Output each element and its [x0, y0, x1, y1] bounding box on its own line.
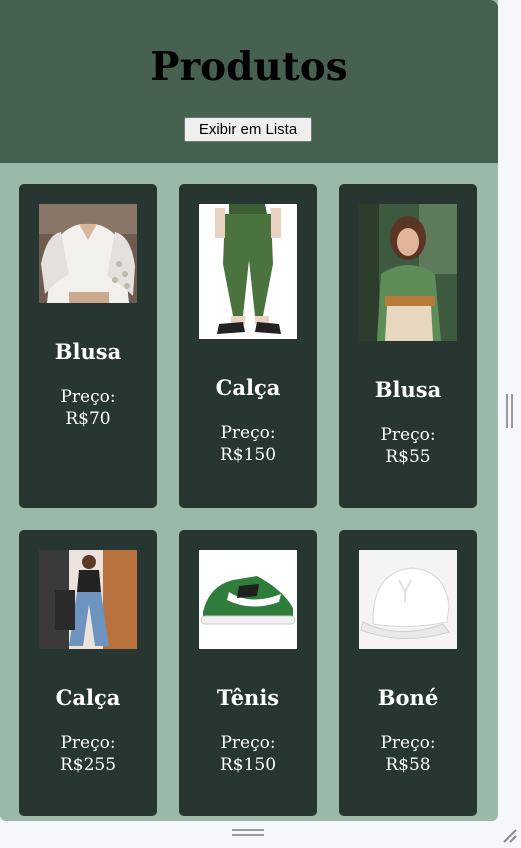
product-price-label: Preço: [60, 387, 116, 407]
product-image-green-sneaker [199, 550, 297, 649]
product-card[interactable]: Calça Preço: R$150 [179, 184, 317, 508]
product-price: R$255 [59, 755, 117, 775]
product-price: R$150 [219, 755, 277, 775]
product-card[interactable]: Blusa Preço: R$55 [339, 184, 477, 508]
toggle-list-view-button[interactable]: Exibir em Lista [184, 117, 312, 142]
resize-handle-icon[interactable] [500, 826, 518, 844]
product-card[interactable]: Tênis Preço: R$150 [179, 530, 317, 816]
page-header: Produtos Exibir em Lista [0, 0, 498, 163]
vertical-resize-grip[interactable] [506, 394, 514, 428]
product-card[interactable]: Boné Preço: R$58 [339, 530, 477, 816]
product-name: Tênis [216, 685, 280, 710]
product-image-green-pants [199, 204, 297, 339]
product-price: R$58 [385, 755, 431, 775]
page-container: Produtos Exibir em Lista Blusa Preço: R$… [0, 0, 498, 821]
product-image-white-cap [359, 550, 457, 649]
product-price-label: Preço: [380, 733, 436, 753]
horizontal-resize-grip[interactable] [232, 829, 264, 837]
product-name: Blusa [54, 339, 122, 364]
product-name: Blusa [374, 377, 442, 402]
product-name: Calça [55, 685, 121, 710]
product-price: R$70 [65, 409, 111, 429]
product-image-white-blouse [39, 204, 137, 303]
product-card[interactable]: Blusa Preço: R$70 [19, 184, 157, 508]
product-image-green-blouse [359, 204, 457, 341]
product-price-label: Preço: [220, 423, 276, 443]
product-price: R$55 [385, 447, 431, 467]
product-price-label: Preço: [60, 733, 116, 753]
product-card[interactable]: Calça Preço: R$255 [19, 530, 157, 816]
page-title: Produtos [150, 44, 348, 90]
product-name: Boné [377, 685, 439, 710]
product-price-label: Preço: [380, 425, 436, 445]
product-name: Calça [215, 375, 281, 400]
product-price-label: Preço: [220, 733, 276, 753]
product-price: R$150 [219, 445, 277, 465]
product-image-wide-leg-jeans [39, 550, 137, 649]
